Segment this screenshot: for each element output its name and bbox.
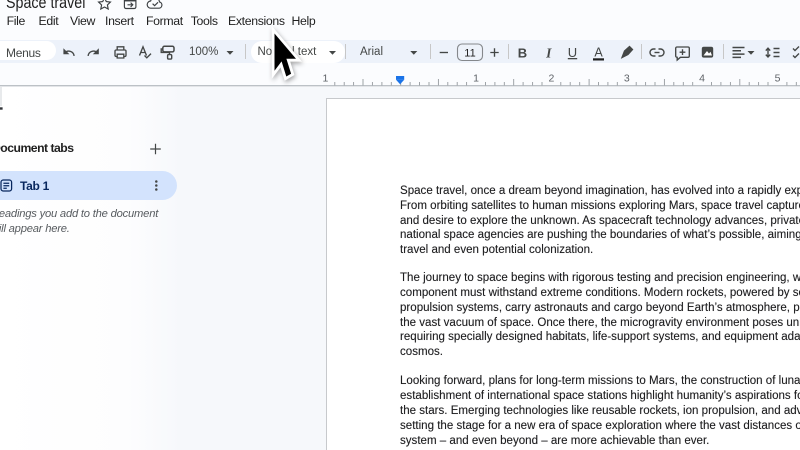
svg-text:A: A [594, 46, 603, 60]
svg-text:5: 5 [775, 73, 781, 85]
svg-text:B: B [518, 46, 527, 61]
svg-text:2: 2 [548, 73, 554, 85]
svg-text:I: I [545, 46, 552, 61]
svg-text:U: U [568, 45, 577, 60]
svg-text:11: 11 [464, 48, 475, 60]
svg-text:4: 4 [699, 73, 705, 85]
svg-text:1: 1 [322, 73, 328, 85]
svg-text:3: 3 [624, 73, 630, 85]
svg-text:1: 1 [473, 73, 479, 85]
